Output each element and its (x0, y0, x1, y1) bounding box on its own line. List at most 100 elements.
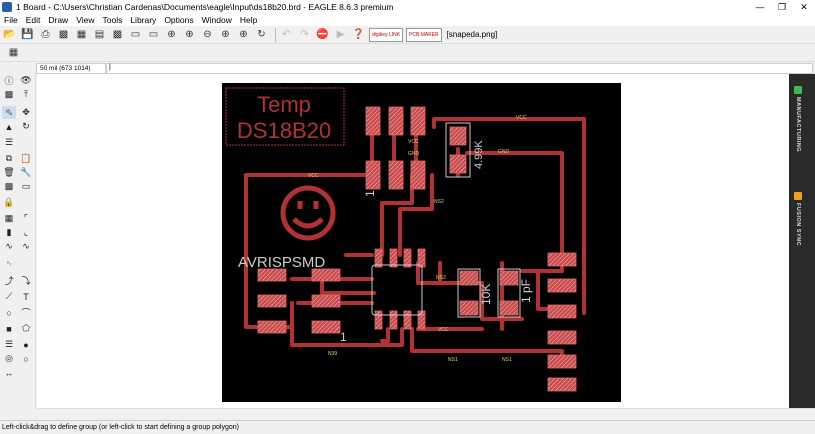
window-title: 1 Board - C:\Users\Christian Cardenas\Do… (16, 2, 394, 12)
close-button[interactable]: ✕ (793, 0, 815, 14)
pcb-maker-badge[interactable]: PCB MAKER (406, 27, 442, 42)
redraw-icon[interactable]: ↻ (254, 27, 269, 42)
snapeda-file[interactable]: [snapeda.png] (447, 30, 498, 39)
net-label-vcc: VCC (408, 139, 419, 145)
smash-icon[interactable]: ▦ (2, 212, 16, 225)
display-icon[interactable]: ▩ (2, 88, 16, 101)
rectangle-icon[interactable]: ■ (2, 322, 16, 335)
ulp-icon[interactable]: ▩ (110, 27, 125, 42)
lock-icon[interactable]: 🔒 (2, 196, 16, 209)
open-icon[interactable]: 📂 (2, 27, 17, 42)
menu-edit[interactable]: Edit (22, 15, 45, 25)
pad (311, 294, 341, 308)
grid-icon[interactable]: ▦ (6, 45, 21, 60)
replace-icon[interactable]: ▩ (2, 180, 16, 193)
pad (311, 268, 341, 282)
zoom-fit-icon[interactable]: ⊕ (164, 27, 179, 42)
info-icon[interactable]: ⓘ (2, 74, 16, 87)
mirror-icon[interactable]: ▲ (2, 120, 16, 133)
script-icon[interactable]: ▤ (92, 27, 107, 42)
copy-icon[interactable]: ⧉ (2, 152, 16, 165)
command-input[interactable]: | (106, 62, 813, 74)
drc-icon[interactable]: ▭ (128, 27, 143, 42)
arc-icon[interactable]: ⌒ (19, 306, 33, 319)
pad (547, 377, 577, 392)
layer-stack-icon[interactable]: ☰ (2, 338, 16, 351)
undo-icon[interactable]: ↶ (279, 27, 294, 42)
smiley-logo (280, 185, 336, 241)
meander-icon[interactable]: ∿ (2, 240, 16, 253)
paste-icon[interactable]: 📋 (19, 152, 33, 165)
manufacturing-tab[interactable]: MANUFACTURING (791, 86, 805, 152)
status-bar: Left-click&drag to define group (or left… (0, 420, 815, 434)
cam-icon[interactable]: ▩ (56, 27, 71, 42)
delete-icon[interactable]: 🗑 (2, 166, 16, 179)
print-icon[interactable]: ⎙ (38, 27, 53, 42)
pad (547, 330, 577, 345)
slice-icon[interactable]: ∿ (19, 240, 33, 253)
pcb-board[interactable]: Temp DS18B20 AVRISPSMD 4.99K 10K 1 pF 1 … (222, 83, 621, 402)
pad (389, 248, 398, 268)
board-title-line1: Temp (257, 92, 311, 117)
pad (257, 268, 287, 282)
save-icon[interactable]: 💾 (20, 27, 35, 42)
board-title-line2: DS18B20 (237, 118, 331, 143)
help-icon[interactable]: ❓ (351, 27, 366, 42)
digikey-badge[interactable]: digikey LINK (369, 27, 404, 42)
fusion-sync-icon (794, 192, 802, 200)
show-icon[interactable]: 👁 (19, 74, 33, 87)
split-icon[interactable]: ▮ (2, 226, 16, 239)
minimize-button[interactable]: — (749, 0, 771, 14)
fusion-sync-tab[interactable]: FUSION SYNC (791, 192, 805, 246)
menu-tools[interactable]: Tools (98, 15, 126, 25)
ripup-icon[interactable]: ⤵ (19, 274, 33, 287)
pad (311, 320, 341, 334)
circle-icon[interactable]: ○ (2, 306, 16, 319)
pad (365, 160, 381, 190)
go-icon[interactable]: ▶ (333, 27, 348, 42)
rotate-icon[interactable]: ↻ (19, 120, 33, 133)
menu-options[interactable]: Options (160, 15, 197, 25)
layers-icon[interactable]: ▦ (74, 27, 89, 42)
main-toolbar: 📂 💾 ⎙ ▩ ▦ ▤ ▩ ▭ ▭ ⊕ ⊕ ⊖ ⊕ ⊕ ↻ ↶ ↷ ⛔ ▶ ❓ … (0, 26, 815, 44)
redo-icon[interactable]: ↷ (297, 27, 312, 42)
c1-label: 1 pF (519, 279, 533, 303)
menu-library[interactable]: Library (126, 15, 160, 25)
attribute-icon[interactable]: ○ (19, 352, 33, 365)
mark-icon[interactable]: ⤒ (19, 88, 33, 101)
net-label-gnd: GND (498, 149, 510, 155)
maximize-button[interactable]: ❐ (771, 0, 793, 14)
menu-file[interactable]: File (0, 15, 22, 25)
optimize-icon[interactable]: ⌞ (19, 226, 33, 239)
pad (410, 160, 426, 190)
net-label-ns1: NS1 (502, 357, 512, 363)
menu-draw[interactable]: Draw (44, 15, 72, 25)
text-icon[interactable]: T (19, 290, 33, 303)
group-icon[interactable]: ▭ (19, 180, 33, 193)
polygon-icon[interactable]: ⬠ (19, 322, 33, 335)
select-icon[interactable]: ⬁ (2, 106, 16, 119)
change-icon[interactable]: 🔧 (19, 166, 33, 179)
dimension-icon[interactable]: ↔ (2, 366, 16, 379)
stop-icon[interactable]: ⛔ (315, 27, 330, 42)
move-icon[interactable]: ✥ (19, 106, 33, 119)
menu-view[interactable]: View (72, 15, 98, 25)
via-icon[interactable]: ● (19, 338, 33, 351)
pad (403, 310, 412, 330)
menu-window[interactable]: Window (198, 15, 236, 25)
erc-icon[interactable]: ▭ (146, 27, 161, 42)
miter-icon[interactable]: ⌜ (19, 212, 33, 225)
horizontal-scrollbar[interactable] (37, 408, 815, 420)
align-icon[interactable]: ☰ (2, 136, 16, 149)
pad (459, 300, 479, 316)
menu-help[interactable]: Help (236, 15, 261, 25)
zoom-select-icon[interactable]: ⊕ (218, 27, 233, 42)
line-icon[interactable]: ⟋ (2, 290, 16, 303)
pad (547, 252, 577, 267)
route-icon[interactable]: ⤴ (2, 274, 16, 287)
hole-icon[interactable]: ◎ (2, 352, 16, 365)
zoom-out-icon[interactable]: ⊖ (200, 27, 215, 42)
zoom-in-icon[interactable]: ⊕ (182, 27, 197, 42)
zoom-last-icon[interactable]: ⊕ (236, 27, 251, 42)
wire-icon[interactable]: ␉ (2, 258, 16, 271)
